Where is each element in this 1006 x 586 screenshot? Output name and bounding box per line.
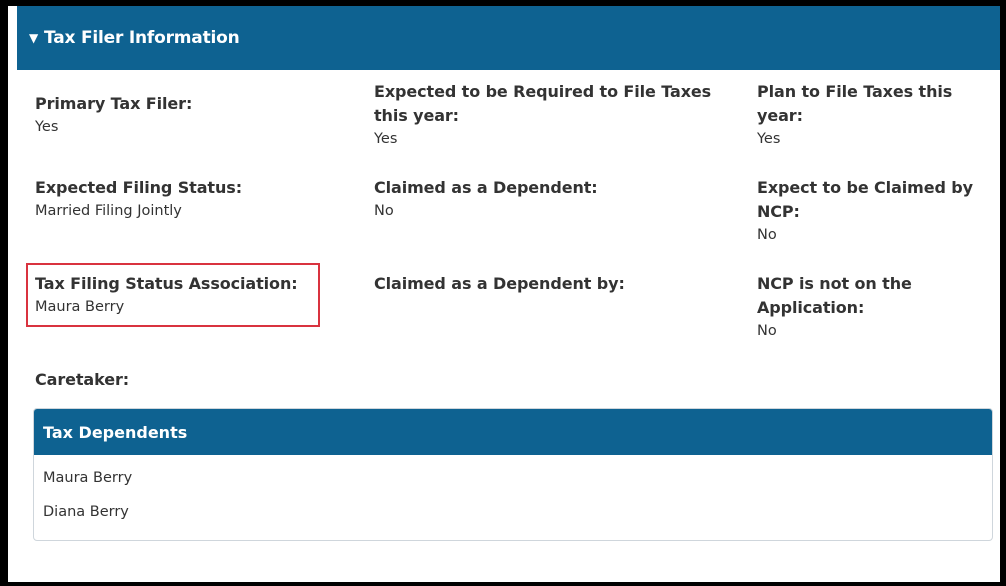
field-label: Primary Tax Filer:	[35, 94, 193, 113]
field-label-line2: Application:	[757, 298, 865, 317]
tax-dependents-panel: Tax Dependents Maura Berry Diana Berry	[33, 408, 993, 541]
field-value: Yes	[374, 131, 398, 147]
field-label: Tax Filing Status Association:	[35, 274, 298, 293]
field-expected-required-to-file: Expected to be Required to File Taxes th…	[374, 80, 749, 150]
field-label-line1: NCP is not on the	[757, 274, 912, 293]
field-primary-tax-filer: Primary Tax Filer: Yes	[35, 92, 365, 138]
field-label: Claimed as a Dependent:	[374, 178, 598, 197]
field-label-line1: Expect to be Claimed by	[757, 178, 973, 197]
field-value: No	[757, 227, 777, 243]
list-item: Maura Berry	[43, 470, 133, 486]
field-label: Claimed as a Dependent by:	[374, 274, 625, 293]
list-item: Diana Berry	[43, 504, 129, 520]
field-label-line2: NCP:	[757, 202, 800, 221]
field-tax-filing-status-association: Tax Filing Status Association: Maura Ber…	[35, 272, 325, 318]
field-label-line1: Expected to be Required to File Taxes	[374, 82, 712, 101]
field-value: Maura Berry	[35, 299, 125, 315]
field-value: No	[757, 323, 777, 339]
field-claimed-as-dependent: Claimed as a Dependent: No	[374, 176, 749, 222]
field-expected-filing-status: Expected Filing Status: Married Filing J…	[35, 176, 365, 222]
panel-header-toggle[interactable]: ▼ Tax Filer Information	[17, 6, 1000, 70]
field-label-line1: Plan to File Taxes this	[757, 82, 953, 101]
field-value: Yes	[757, 131, 781, 147]
tax-dependents-title: Tax Dependents	[43, 422, 188, 442]
field-label-line2: this year:	[374, 106, 459, 125]
field-expect-claimed-by-ncp: Expect to be Claimed by NCP: No	[757, 176, 997, 246]
tax-filer-panel: ▼ Tax Filer Information Primary Tax File…	[8, 6, 1000, 582]
caret-down-icon: ▼	[29, 31, 39, 45]
field-caretaker: Caretaker:	[35, 368, 365, 392]
field-ncp-not-on-application: NCP is not on the Application: No	[757, 272, 997, 342]
field-value: Yes	[35, 119, 59, 135]
field-label: Expected Filing Status:	[35, 178, 242, 197]
field-value: Married Filing Jointly	[35, 203, 182, 219]
field-plan-to-file: Plan to File Taxes this year: Yes	[757, 80, 997, 150]
tax-dependents-list: Maura Berry Diana Berry	[34, 455, 992, 529]
panel-title: Tax Filer Information	[44, 28, 240, 48]
field-label: Caretaker:	[35, 370, 130, 389]
field-label-line2: year:	[757, 106, 803, 125]
field-claimed-as-dependent-by: Claimed as a Dependent by:	[374, 272, 749, 296]
tax-dependents-header: Tax Dependents	[34, 409, 992, 455]
field-value: No	[374, 203, 394, 219]
